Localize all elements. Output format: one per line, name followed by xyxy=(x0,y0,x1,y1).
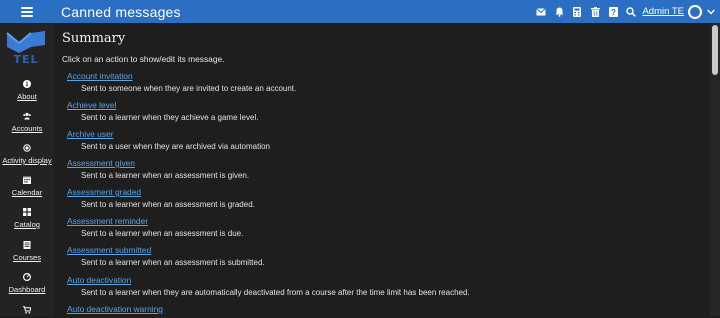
message-link-achieve-level[interactable]: Achieve level xyxy=(67,100,258,110)
list-item: Achieve level Sent to a learner when the… xyxy=(67,100,258,122)
top-bar: Canned messages ? Admin TE xyxy=(0,0,720,23)
sidebar-item-label: Accounts xyxy=(11,124,43,133)
sidebar-item-courses[interactable]: Courses xyxy=(0,241,54,262)
sidebar-item-cart[interactable] xyxy=(0,306,54,318)
sidebar-item-calendar[interactable]: Calendar xyxy=(0,176,54,197)
message-link-assessment-submitted[interactable]: Assessment submitted xyxy=(67,245,265,255)
list-item: Assessment reminder Sent to a learner wh… xyxy=(67,216,243,238)
message-description: Sent to a learner when an assessment is … xyxy=(81,200,255,209)
sidebar-item-label: Courses xyxy=(13,253,41,262)
message-link-auto-deactivation[interactable]: Auto deactivation xyxy=(67,275,470,285)
chevron-down-icon[interactable] xyxy=(702,9,720,15)
sidebar: TEL About Accounts Activity display Cale… xyxy=(0,23,54,316)
logo-text: TEL xyxy=(13,53,38,65)
book-icon xyxy=(23,241,31,249)
bell-icon[interactable] xyxy=(550,0,568,23)
list-item: Assessment submitted Sent to a learner w… xyxy=(67,245,265,267)
user-menu-link[interactable]: Admin TE xyxy=(642,6,684,17)
top-toolbar: ? Admin TE xyxy=(532,0,720,23)
sidebar-item-activity-display[interactable]: Activity display xyxy=(0,144,54,165)
help-icon[interactable]: ? xyxy=(604,0,622,23)
message-description: Sent to a learner when they achieve a ga… xyxy=(81,113,259,122)
sidebar-item-label: Dashboard xyxy=(8,285,46,294)
message-link-archive-user[interactable]: Archive user xyxy=(67,129,270,139)
menu-button[interactable] xyxy=(0,0,54,23)
svg-text:?: ? xyxy=(611,8,616,17)
message-link-account-invitation[interactable]: Account invitation xyxy=(67,71,296,81)
avatar[interactable] xyxy=(688,4,702,19)
message-description: Sent to a user when they are archived vi… xyxy=(81,142,270,151)
message-description: Sent to someone when they are invited to… xyxy=(81,84,297,93)
list-item: Assessment given Sent to a learner when … xyxy=(67,158,249,180)
message-description: Sent to a learner when an assessment is … xyxy=(81,229,244,238)
users-icon xyxy=(23,112,31,120)
list-item: Archive user Sent to a user when they ar… xyxy=(67,129,270,151)
cart-icon xyxy=(23,306,31,314)
message-description: Sent to a learner when an assessment is … xyxy=(81,171,250,180)
list-item: Assessment graded Sent to a learner when… xyxy=(67,187,255,209)
sidebar-item-about[interactable]: About xyxy=(0,80,54,101)
message-description: Sent to a learner when an assessment is … xyxy=(81,258,265,267)
message-link-auto-deactivation-warning[interactable]: Auto deactivation warning xyxy=(67,304,163,314)
mail-icon[interactable] xyxy=(532,0,550,23)
sidebar-item-label: About xyxy=(17,92,37,101)
grid-icon xyxy=(23,208,31,216)
dot-icon xyxy=(23,144,31,152)
calculator-icon[interactable] xyxy=(568,0,586,23)
sidebar-item-label: Calendar xyxy=(11,188,43,197)
scrollbar[interactable] xyxy=(710,23,720,316)
scrollbar-thumb[interactable] xyxy=(712,25,718,75)
sidebar-item-label: Activity display xyxy=(2,156,52,165)
message-description: Sent to a learner when they are automati… xyxy=(81,288,470,297)
trash-icon[interactable] xyxy=(586,0,604,23)
list-item: Account invitation Sent to someone when … xyxy=(67,71,296,93)
list-item: Auto deactivation warning xyxy=(67,304,163,314)
main-content: Summary Click on an action to show/edit … xyxy=(54,23,710,316)
hamburger-icon xyxy=(21,6,33,17)
sidebar-item-dashboard[interactable]: Dashboard xyxy=(0,273,54,294)
logo[interactable]: TEL xyxy=(5,27,47,66)
page-header-title: Canned messages xyxy=(61,3,181,20)
message-link-assessment-graded[interactable]: Assessment graded xyxy=(67,187,255,197)
gauge-icon xyxy=(23,273,31,281)
info-icon xyxy=(23,80,31,88)
sidebar-item-label: Catalog xyxy=(14,220,40,229)
search-icon[interactable] xyxy=(622,0,640,23)
message-link-assessment-reminder[interactable]: Assessment reminder xyxy=(67,216,243,226)
sidebar-item-accounts[interactable]: Accounts xyxy=(0,112,54,133)
calendar-icon xyxy=(23,176,31,184)
message-link-assessment-given[interactable]: Assessment given xyxy=(67,158,249,168)
sidebar-item-catalog[interactable]: Catalog xyxy=(0,208,54,229)
list-item: Auto deactivation Sent to a learner when… xyxy=(67,275,470,297)
instructions-text: Click on an action to show/edit its mess… xyxy=(62,54,225,64)
page-title: Summary xyxy=(62,31,126,46)
